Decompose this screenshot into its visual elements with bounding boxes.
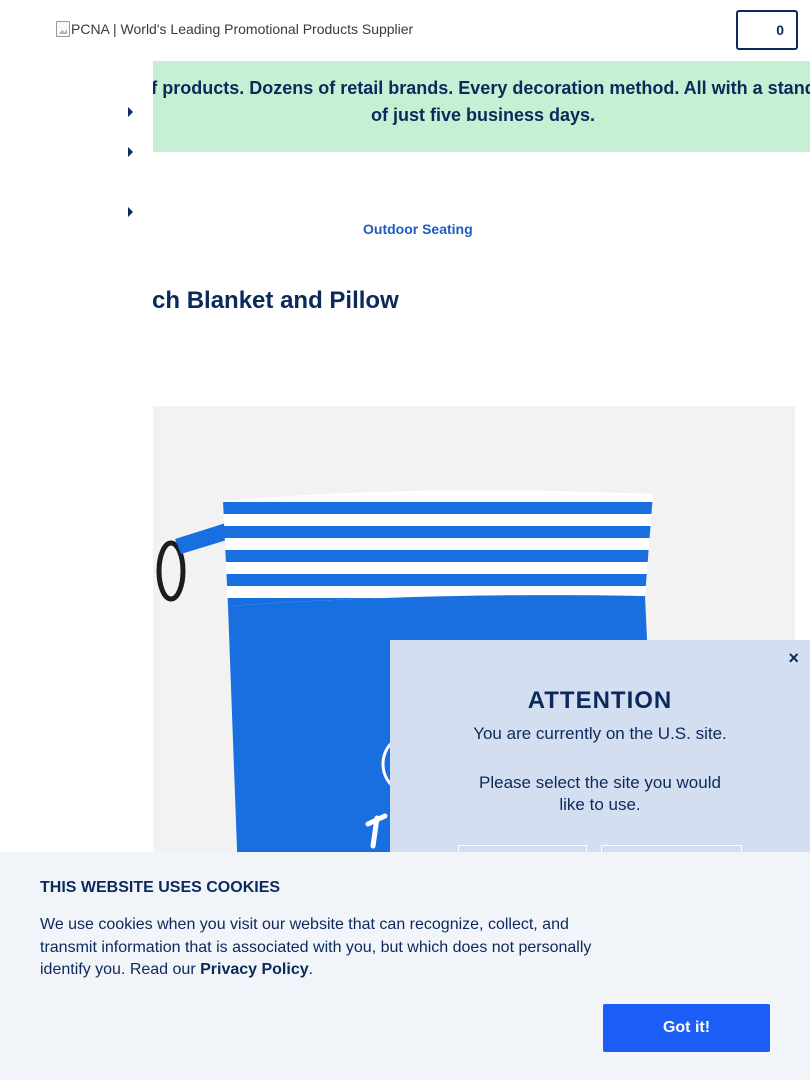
breadcrumb-outdoor-seating[interactable]: Outdoor Seating <box>363 221 473 237</box>
caret-right-icon[interactable] <box>128 107 133 117</box>
cookie-period: . <box>308 961 314 978</box>
site-header: PCNA | World's Leading Promotional Produ… <box>0 0 810 61</box>
broken-image-icon <box>56 21 70 37</box>
privacy-policy-link[interactable]: Privacy Policy <box>200 961 309 978</box>
site-logo[interactable]: PCNA | World's Leading Promotional Produ… <box>56 21 413 37</box>
caret-right-icon[interactable] <box>128 207 133 217</box>
cart-count: 0 <box>776 22 784 38</box>
product-title: Beach Blanket and Pillow <box>153 287 399 314</box>
cookie-title: THIS WEBSITE USES COOKIES <box>40 879 281 896</box>
cart-button[interactable]: 0 <box>736 10 798 50</box>
promo-banner-text: Thousands of products. Dozens of retail … <box>153 78 810 125</box>
cookie-text: We use cookies when you visit our websit… <box>40 914 610 982</box>
modal-current-site-text: You are currently on the U.S. site. <box>473 724 727 743</box>
side-nav <box>128 100 140 230</box>
caret-right-icon[interactable] <box>128 147 133 157</box>
cookie-banner: THIS WEBSITE USES COOKIES We use cookies… <box>0 852 810 1080</box>
modal-title: ATTENTION <box>527 687 673 714</box>
accept-cookies-button[interactable]: Got it! <box>603 1004 770 1052</box>
modal-instruction-text: Please select the site you would like to… <box>479 773 721 814</box>
cookie-body-text: We use cookies when you visit our websit… <box>40 916 592 978</box>
logo-alt-text: PCNA | World's Leading Promotional Produ… <box>71 21 414 37</box>
close-icon[interactable]: × <box>788 648 799 669</box>
promo-banner: Thousands of products. Dozens of retail … <box>153 61 810 152</box>
